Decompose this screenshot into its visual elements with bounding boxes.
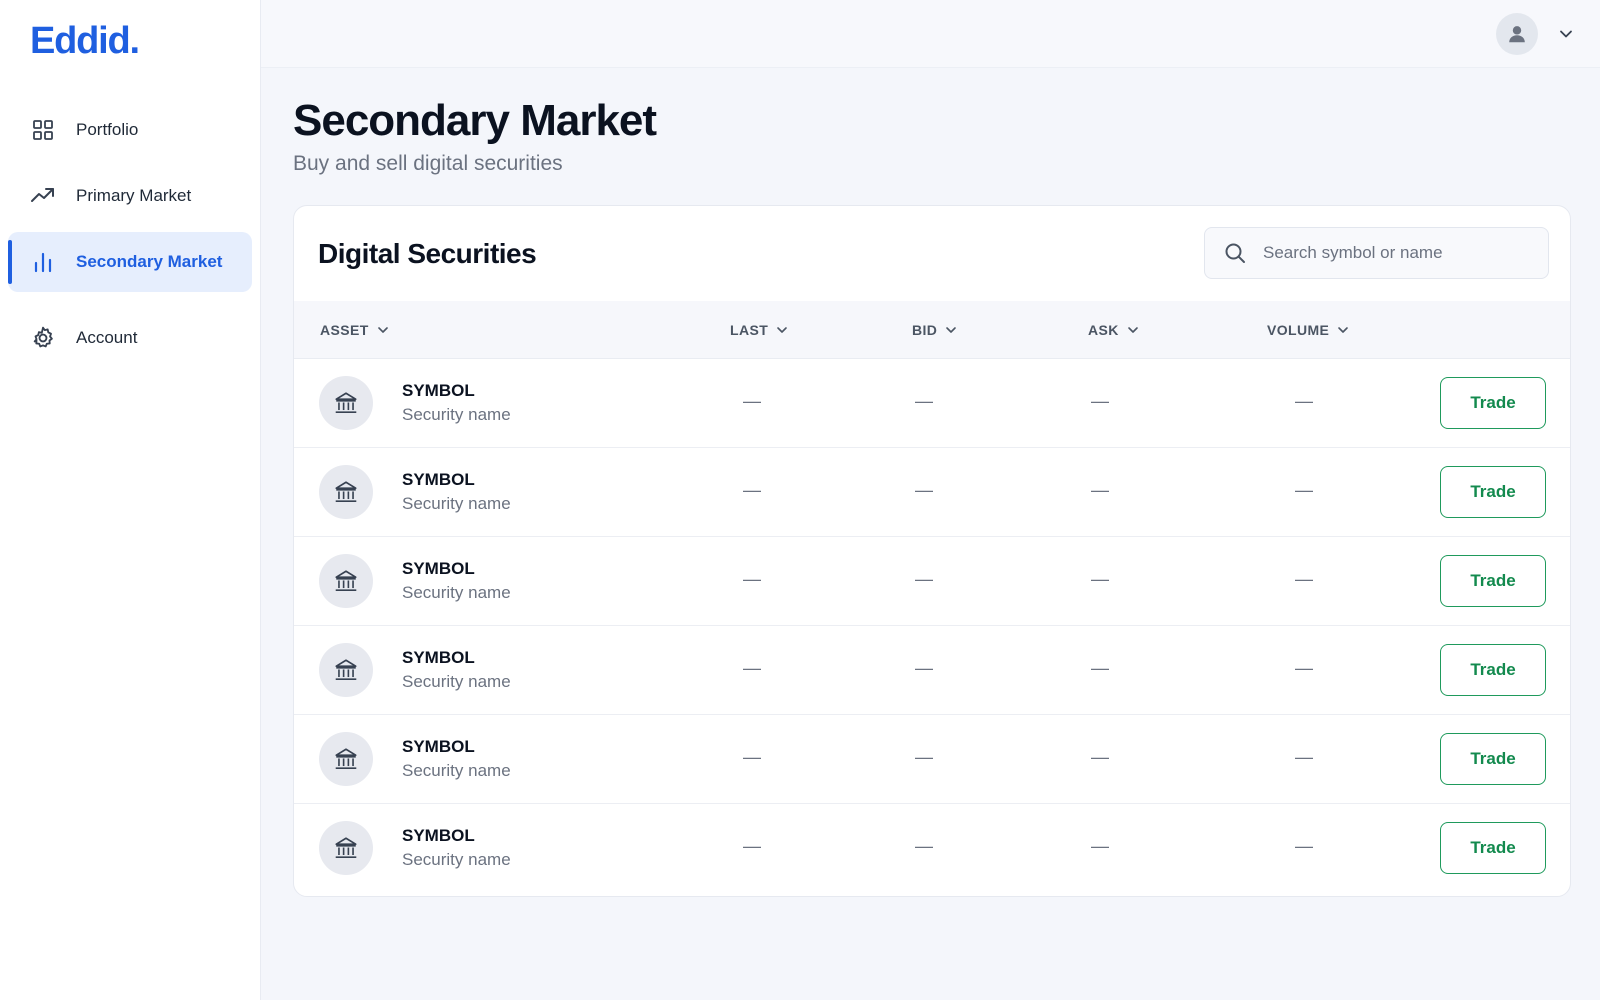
column-header-asset[interactable]: ASSET xyxy=(320,301,389,359)
column-header-label: LAST xyxy=(730,322,769,338)
bid-value: — xyxy=(915,747,933,767)
last-value: — xyxy=(743,480,761,500)
trade-button[interactable]: Trade xyxy=(1440,822,1546,874)
user-avatar[interactable] xyxy=(1496,13,1538,55)
sidebar-nav: Portfolio Primary Market Secondary Marke… xyxy=(8,100,252,368)
asset-symbol: SYMBOL xyxy=(402,559,475,578)
asset-name: Security name xyxy=(402,672,511,691)
asset-symbol: SYMBOL xyxy=(402,826,475,845)
last-value: — xyxy=(743,836,761,856)
page-title: Secondary Market xyxy=(293,96,657,145)
sidebar: Eddid. Portfolio Primary Market Secondar… xyxy=(0,0,261,1000)
chevron-down-icon xyxy=(1338,327,1349,333)
sidebar-item-primary-market[interactable]: Primary Market xyxy=(8,166,252,226)
trade-button[interactable]: Trade xyxy=(1440,555,1546,607)
sidebar-item-label: Account xyxy=(76,328,138,347)
sidebar-item-label: Secondary Market xyxy=(76,252,223,271)
sidebar-item-portfolio[interactable]: Portfolio xyxy=(8,100,252,160)
sidebar-item-account[interactable]: Account xyxy=(8,308,252,368)
bank-icon xyxy=(319,376,373,430)
asset-name: Security name xyxy=(402,494,511,513)
search-box[interactable] xyxy=(1204,227,1549,279)
ask-value: — xyxy=(1091,747,1109,767)
bid-value: — xyxy=(915,480,933,500)
column-header-bid[interactable]: BID xyxy=(912,301,957,359)
sidebar-item-label: Portfolio xyxy=(76,120,139,139)
column-header-last[interactable]: LAST xyxy=(730,301,788,359)
table-row: SYMBOL Security name — — — — Trade xyxy=(294,804,1570,893)
ask-value: — xyxy=(1091,480,1109,500)
asset-symbol: SYMBOL xyxy=(402,470,475,489)
search-icon xyxy=(1225,243,1245,263)
asset-symbol: SYMBOL xyxy=(402,381,475,400)
table-header: ASSET LAST BID ASK VOLUME xyxy=(294,301,1570,359)
column-header-ask[interactable]: ASK xyxy=(1088,301,1139,359)
table-row: SYMBOL Security name — — — — Trade xyxy=(294,626,1570,715)
gear-icon xyxy=(30,325,56,351)
last-value: — xyxy=(743,569,761,589)
asset-name: Security name xyxy=(402,850,511,869)
chevron-down-icon xyxy=(946,327,957,333)
column-header-label: ASSET xyxy=(320,322,369,338)
asset-name: Security name xyxy=(402,583,511,602)
volume-value: — xyxy=(1295,569,1313,589)
volume-value: — xyxy=(1295,658,1313,678)
user-icon xyxy=(1509,26,1525,43)
chevron-down-icon[interactable] xyxy=(1558,26,1574,42)
sidebar-item-secondary-market[interactable]: Secondary Market xyxy=(8,232,252,292)
bid-value: — xyxy=(915,658,933,678)
volume-value: — xyxy=(1295,836,1313,856)
page-subtitle: Buy and sell digital securities xyxy=(293,152,563,175)
chevron-down-icon xyxy=(377,327,388,333)
securities-card: Digital Securities ASSET LAST BID ASK VO… xyxy=(293,205,1571,897)
trade-button[interactable]: Trade xyxy=(1440,466,1546,518)
column-header-label: VOLUME xyxy=(1267,322,1330,338)
asset-symbol: SYMBOL xyxy=(402,648,475,667)
ask-value: — xyxy=(1091,658,1109,678)
column-header-volume[interactable]: VOLUME xyxy=(1267,301,1349,359)
last-value: — xyxy=(743,747,761,767)
chevron-down-icon xyxy=(777,327,787,333)
grid-icon xyxy=(30,117,56,143)
last-value: — xyxy=(743,658,761,678)
bar-chart-icon xyxy=(30,249,56,275)
asset-name: Security name xyxy=(402,405,511,424)
top-bar xyxy=(261,0,1600,68)
card-title: Digital Securities xyxy=(318,238,537,269)
last-value: — xyxy=(743,391,761,411)
asset-name: Security name xyxy=(402,761,511,780)
table-row: SYMBOL Security name — — — — Trade xyxy=(294,537,1570,626)
bank-icon xyxy=(319,643,373,697)
volume-value: — xyxy=(1295,480,1313,500)
volume-value: — xyxy=(1295,747,1313,767)
ask-value: — xyxy=(1091,836,1109,856)
bank-icon xyxy=(319,554,373,608)
bid-value: — xyxy=(915,836,933,856)
bank-icon xyxy=(319,821,373,875)
table-row: SYMBOL Security name — — — — Trade xyxy=(294,715,1570,804)
column-header-label: BID xyxy=(912,322,938,338)
ask-value: — xyxy=(1091,391,1109,411)
bid-value: — xyxy=(915,569,933,589)
volume-value: — xyxy=(1295,391,1313,411)
search-input[interactable] xyxy=(1263,243,1543,263)
bank-icon xyxy=(319,732,373,786)
chevron-down-icon xyxy=(1127,327,1138,333)
eddid-logo[interactable]: Eddid. xyxy=(30,20,140,63)
trade-button[interactable]: Trade xyxy=(1440,644,1546,696)
ask-value: — xyxy=(1091,569,1109,589)
trade-button[interactable]: Trade xyxy=(1440,733,1546,785)
bid-value: — xyxy=(915,391,933,411)
trade-button[interactable]: Trade xyxy=(1440,377,1546,429)
sidebar-item-label: Primary Market xyxy=(76,186,192,205)
asset-symbol: SYMBOL xyxy=(402,737,475,756)
trending-up-icon xyxy=(30,183,56,209)
column-header-label: ASK xyxy=(1088,322,1119,338)
table-row: SYMBOL Security name — — — — Trade xyxy=(294,448,1570,537)
table-row: SYMBOL Security name — — — — Trade xyxy=(294,359,1570,448)
bank-icon xyxy=(319,465,373,519)
